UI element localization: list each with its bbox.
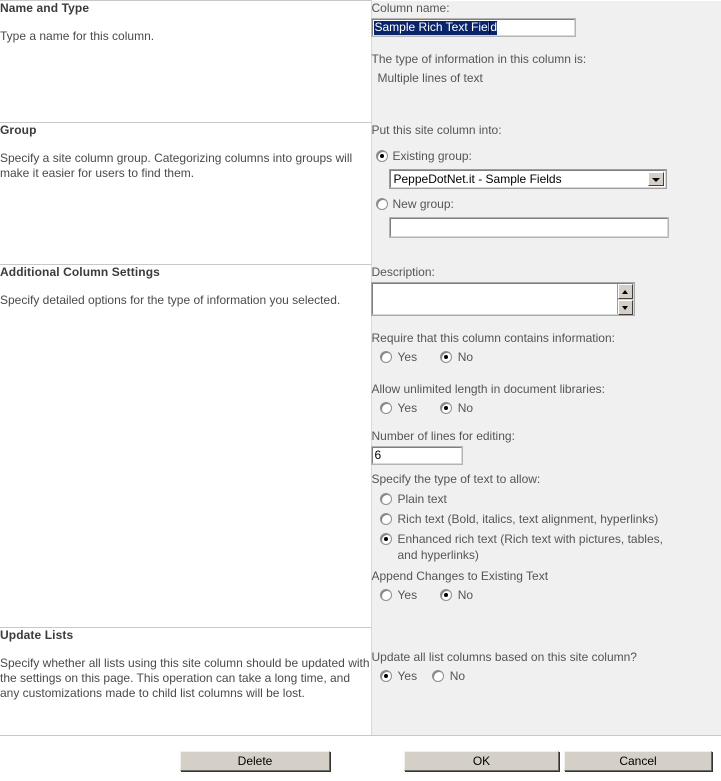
section-additional-left: Additional Column Settings Specify detai…	[0, 265, 371, 628]
section-update-lists: Update Lists Specify whether all lists u…	[0, 628, 721, 736]
ok-button[interactable]: OK	[404, 751, 559, 771]
radio-indicator-icon	[380, 589, 392, 601]
radio-append-no[interactable]: No	[440, 588, 473, 602]
section-description: Specify detailed options for the type of…	[0, 293, 371, 308]
section-group: Group Specify a site column group. Categ…	[0, 123, 721, 265]
radio-update-no[interactable]: No	[432, 669, 465, 683]
radio-unlimited-no-label: No	[458, 401, 473, 415]
section-additional-right: Description: Require that this column co…	[371, 265, 721, 628]
radio-existing-group-label: Existing group:	[393, 149, 472, 163]
radio-append-yes-label: Yes	[398, 588, 418, 602]
update-lists-prompt: Update all list columns based on this si…	[372, 650, 721, 665]
radio-unlimited-no[interactable]: No	[440, 401, 473, 415]
section-update-lists-right: Update all list columns based on this si…	[371, 628, 721, 736]
group-prompt: Put this site column into:	[372, 123, 721, 138]
radio-existing-group[interactable]: Existing group:	[372, 148, 721, 164]
information-type-value: Multiple lines of text	[372, 71, 721, 86]
unlimited-length-label: Allow unlimited length in document libra…	[372, 382, 721, 397]
radio-rich-text[interactable]: Rich text (Bold, italics, text alignment…	[380, 511, 721, 527]
require-information-label: Require that this column contains inform…	[372, 331, 721, 346]
radio-require-yes[interactable]: Yes	[380, 350, 418, 364]
text-caret	[489, 21, 490, 34]
require-information-radio-group: Yes No	[372, 349, 721, 366]
scroll-down-icon[interactable]	[618, 300, 633, 315]
radio-require-no-label: No	[458, 350, 473, 364]
number-of-lines-label: Number of lines for editing:	[372, 429, 721, 444]
radio-append-no-label: No	[458, 588, 473, 602]
radio-update-yes[interactable]: Yes	[380, 669, 418, 683]
radio-update-yes-label: Yes	[398, 669, 418, 683]
text-type-radio-group: Plain text Rich text (Bold, italics, tex…	[372, 491, 721, 563]
radio-indicator-icon	[380, 351, 392, 363]
radio-update-no-label: No	[450, 669, 465, 683]
radio-unlimited-yes-label: Yes	[398, 401, 418, 415]
delete-button[interactable]: Delete	[180, 751, 330, 771]
chevron-down-icon[interactable]	[648, 172, 664, 186]
radio-new-group-label: New group:	[393, 197, 454, 211]
description-textarea[interactable]	[372, 283, 634, 315]
radio-require-no[interactable]: No	[440, 350, 473, 364]
section-title: Group	[0, 123, 371, 137]
radio-indicator-icon	[440, 351, 452, 363]
settings-form: Name and Type Type a name for this colum…	[0, 0, 721, 736]
section-name-and-type: Name and Type Type a name for this colum…	[0, 1, 721, 123]
section-description: Specify whether all lists using this sit…	[0, 656, 371, 701]
section-title: Update Lists	[0, 628, 371, 642]
number-of-lines-input[interactable]	[372, 447, 462, 464]
append-changes-label: Append Changes to Existing Text	[372, 569, 721, 584]
scroll-up-icon[interactable]	[618, 284, 633, 299]
radio-plain-text[interactable]: Plain text	[380, 491, 721, 507]
description-scrollbar[interactable]	[617, 284, 633, 314]
append-changes-radio-group: Yes No	[372, 587, 721, 604]
section-group-right: Put this site column into: Existing grou…	[371, 123, 721, 265]
new-group-input[interactable]	[390, 218, 668, 237]
section-group-left: Group Specify a site column group. Categ…	[0, 123, 371, 265]
information-type-label: The type of information in this column i…	[372, 52, 721, 67]
text-type-label: Specify the type of text to allow:	[372, 472, 721, 487]
section-additional-column-settings: Additional Column Settings Specify detai…	[0, 265, 721, 628]
radio-indicator-icon	[380, 493, 392, 505]
description-label: Description:	[372, 265, 721, 280]
update-lists-radio-group: Yes No	[372, 668, 721, 685]
radio-indicator-icon	[376, 198, 388, 210]
radio-append-yes[interactable]: Yes	[380, 588, 418, 602]
column-name-value: Sample Rich Text Field	[374, 21, 498, 35]
radio-rich-text-label: Rich text (Bold, italics, text alignment…	[392, 511, 682, 527]
radio-indicator-icon	[380, 533, 392, 545]
radio-unlimited-yes[interactable]: Yes	[380, 401, 418, 415]
cancel-button[interactable]: Cancel	[564, 751, 712, 771]
section-title: Additional Column Settings	[0, 265, 371, 279]
radio-plain-text-label: Plain text	[392, 491, 682, 507]
radio-indicator-icon	[376, 150, 388, 162]
column-name-input[interactable]: Sample Rich Text Field	[372, 19, 575, 36]
radio-indicator-icon	[380, 402, 392, 414]
existing-group-dropdown[interactable]: PeppeDotNet.it - Sample Fields	[390, 170, 666, 188]
radio-indicator-icon	[432, 670, 444, 682]
section-description: Specify a site column group. Categorizin…	[0, 151, 371, 181]
column-settings-page: Name and Type Type a name for this colum…	[0, 0, 721, 780]
footer-button-bar: Delete OK Cancel	[0, 735, 721, 781]
radio-indicator-icon	[440, 402, 452, 414]
radio-new-group[interactable]: New group:	[372, 196, 721, 212]
radio-enhanced-rich-text-label: Enhanced rich text (Rich text with pictu…	[392, 531, 682, 563]
unlimited-length-radio-group: Yes No	[372, 400, 721, 417]
radio-indicator-icon	[380, 670, 392, 682]
existing-group-value: PeppeDotNet.it - Sample Fields	[391, 171, 665, 187]
section-name-and-type-left: Name and Type Type a name for this colum…	[0, 1, 371, 123]
column-name-label: Column name:	[372, 1, 721, 16]
section-name-and-type-right: Column name: Sample Rich Text Field The …	[371, 1, 721, 123]
section-title: Name and Type	[0, 1, 371, 15]
radio-indicator-icon	[440, 589, 452, 601]
radio-require-yes-label: Yes	[398, 350, 418, 364]
radio-indicator-icon	[380, 513, 392, 525]
section-description: Type a name for this column.	[0, 29, 371, 44]
radio-enhanced-rich-text[interactable]: Enhanced rich text (Rich text with pictu…	[380, 531, 721, 563]
section-update-lists-left: Update Lists Specify whether all lists u…	[0, 628, 371, 736]
